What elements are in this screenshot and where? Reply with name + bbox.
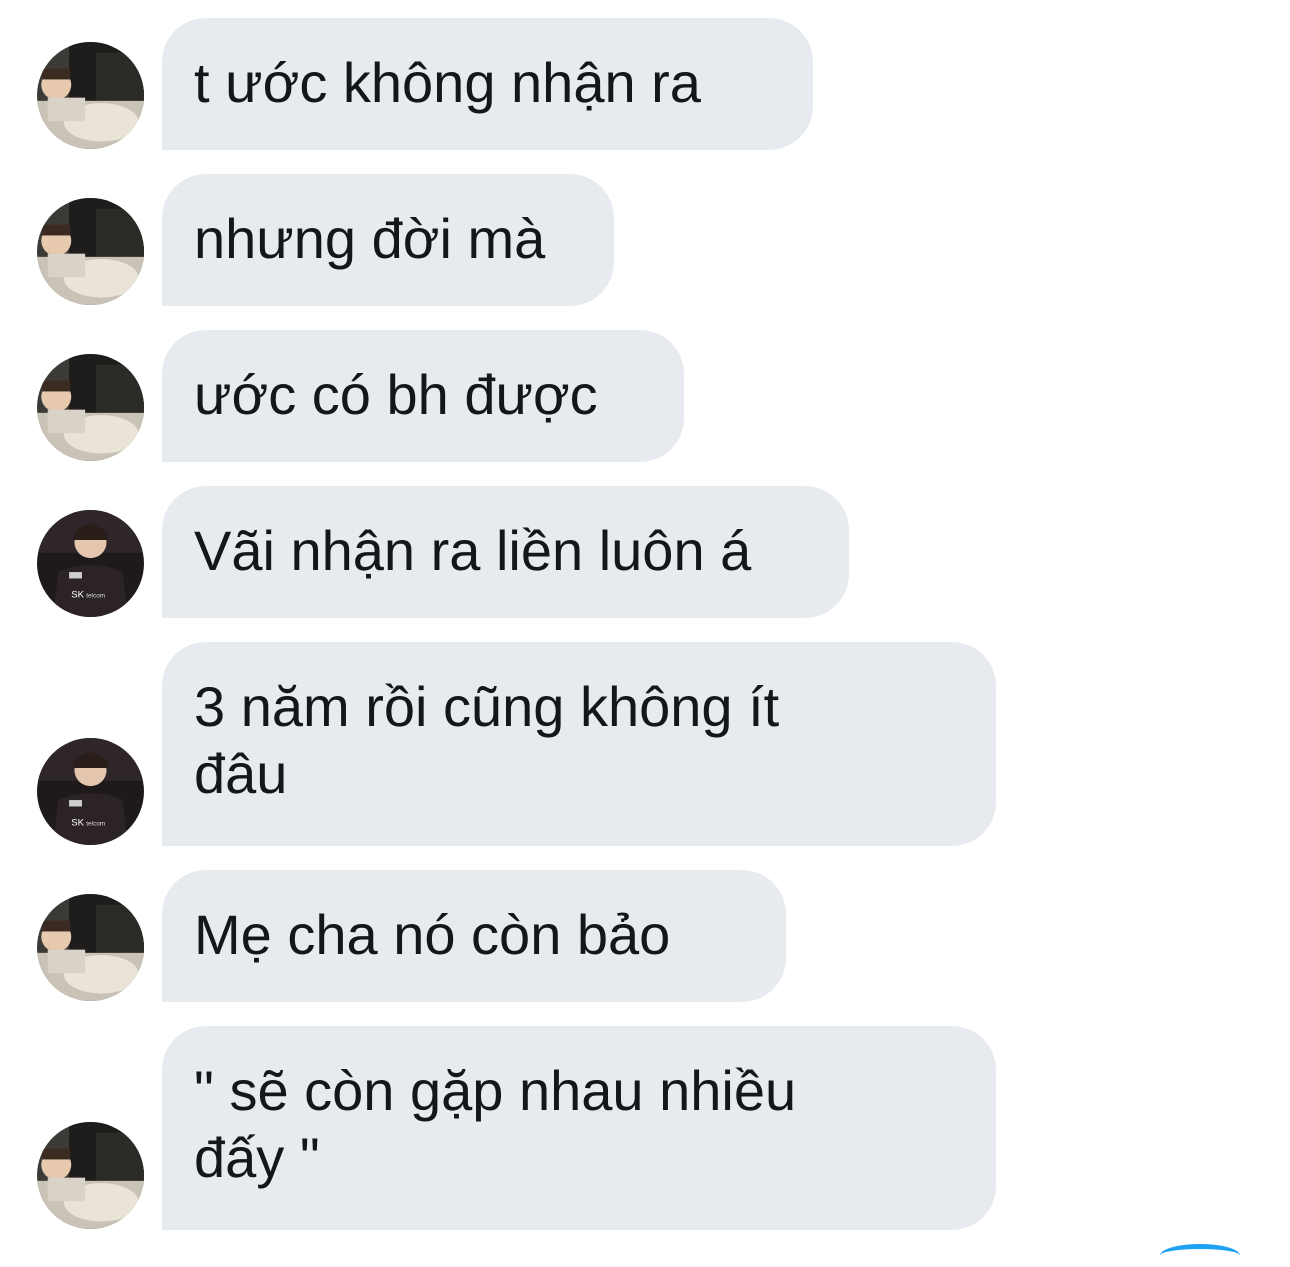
message-bubble: ước có bh được (162, 330, 684, 462)
avatar-couch-icon[interactable] (37, 894, 144, 1001)
avatar-couch-icon[interactable] (37, 354, 144, 461)
message-bubble: Vãi nhận ra liền luôn á (162, 486, 849, 618)
svg-text:telcom: telcom (86, 821, 105, 828)
avatar-couch-icon[interactable] (37, 42, 144, 149)
message-bubble: " sẽ còn gặp nhau nhiều đấy " (162, 1026, 996, 1230)
svg-text:SK: SK (71, 818, 84, 829)
message-bubble: 3 năm rồi cũng không ít đâu (162, 642, 996, 846)
avatar-couch-icon[interactable] (37, 1122, 144, 1229)
message-bubble: Mẹ cha nó còn bảo (162, 870, 786, 1002)
avatar-jersey-icon[interactable]: SK telcom (37, 738, 144, 845)
avatar-jersey-icon[interactable]: SK telcom (37, 510, 144, 617)
svg-text:SK: SK (71, 590, 84, 601)
svg-text:telcom: telcom (86, 593, 105, 600)
scroll-indicator-icon[interactable] (1160, 1244, 1240, 1267)
message-bubble: t ước không nhận ra (162, 18, 813, 150)
avatar-couch-icon[interactable] (37, 198, 144, 305)
message-bubble: nhưng đời mà (162, 174, 614, 306)
